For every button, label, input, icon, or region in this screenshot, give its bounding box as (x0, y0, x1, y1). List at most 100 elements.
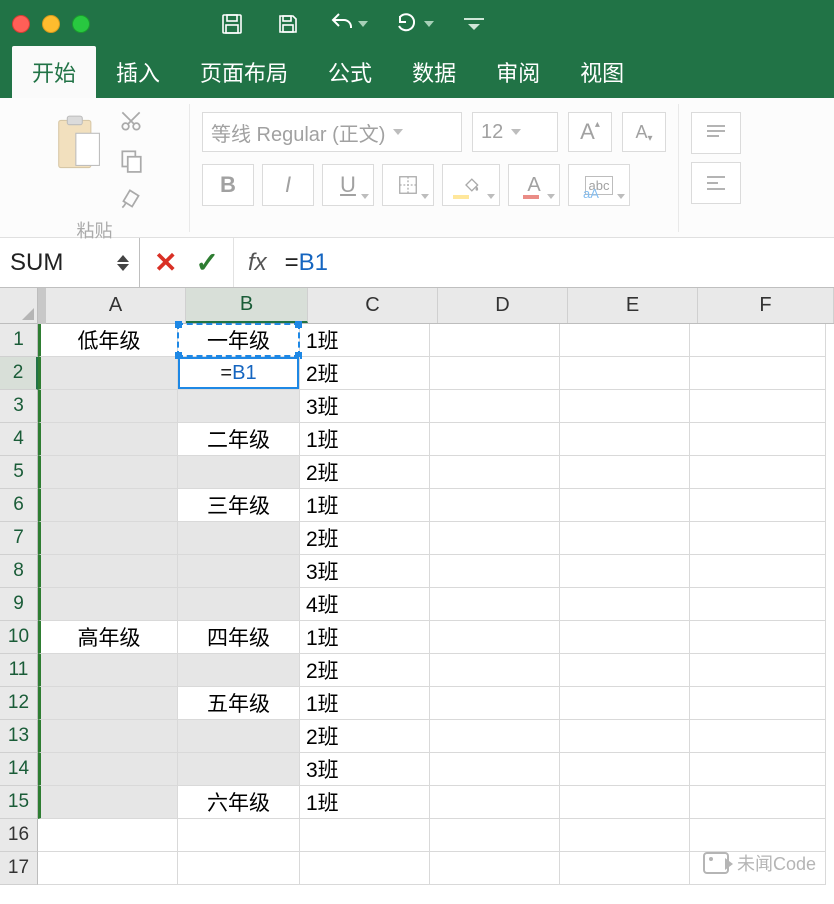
cell-e7[interactable] (560, 522, 690, 555)
cell-d14[interactable] (430, 753, 560, 786)
cut-icon[interactable] (118, 108, 144, 139)
cell-f8[interactable] (690, 555, 826, 588)
cell-f13[interactable] (690, 720, 826, 753)
cell-c9[interactable]: 4班 (300, 588, 430, 621)
cell-d12[interactable] (430, 687, 560, 720)
undo-button[interactable] (330, 10, 368, 38)
paste-button[interactable] (46, 108, 110, 180)
select-all-corner[interactable] (0, 288, 38, 324)
cell-c8[interactable]: 3班 (300, 555, 430, 588)
cell-e8[interactable] (560, 555, 690, 588)
cell-a13[interactable] (38, 720, 178, 753)
row-header-13[interactable]: 13 (0, 720, 38, 753)
cell-f11[interactable] (690, 654, 826, 687)
cell-c2[interactable]: 2班 (300, 357, 430, 390)
cell-d5[interactable] (430, 456, 560, 489)
cell-d16[interactable] (430, 819, 560, 852)
cell-d11[interactable] (430, 654, 560, 687)
row-header-6[interactable]: 6 (0, 489, 38, 522)
cell-c12[interactable]: 1班 (300, 687, 430, 720)
cell-c6[interactable]: 1班 (300, 489, 430, 522)
cell-e5[interactable] (560, 456, 690, 489)
tab-data[interactable]: 数据 (392, 46, 476, 98)
cell-b14[interactable] (178, 753, 300, 786)
cell-e15[interactable] (560, 786, 690, 819)
cell-b4[interactable]: 二年级 (178, 423, 300, 456)
maximize-window-button[interactable] (72, 15, 90, 33)
name-box-stepper[interactable] (117, 255, 129, 271)
formula-input[interactable]: =B1 (281, 238, 834, 287)
cell-a11[interactable] (38, 654, 178, 687)
cell-a9[interactable] (38, 588, 178, 621)
cell-a16[interactable] (38, 819, 178, 852)
save-icon[interactable] (274, 10, 302, 38)
cell-a1[interactable]: 低年级 (38, 324, 178, 357)
cell-b9[interactable] (178, 588, 300, 621)
cell-f10[interactable] (690, 621, 826, 654)
cell-c13[interactable]: 2班 (300, 720, 430, 753)
row-header-5[interactable]: 5 (0, 456, 38, 489)
column-header-a[interactable]: A (46, 288, 186, 323)
cell-b3[interactable] (178, 390, 300, 423)
cell-f15[interactable] (690, 786, 826, 819)
cell-f1[interactable] (690, 324, 826, 357)
redo-dropdown-icon[interactable] (424, 21, 434, 27)
fx-icon[interactable]: fx (234, 249, 281, 277)
row-header-1[interactable]: 1 (0, 324, 38, 357)
row-header-16[interactable]: 16 (0, 819, 38, 852)
cell-e11[interactable] (560, 654, 690, 687)
column-header-e[interactable]: E (568, 288, 698, 323)
format-painter-icon[interactable] (118, 186, 144, 217)
cell-b15[interactable]: 六年级 (178, 786, 300, 819)
cell-c4[interactable]: 1班 (300, 423, 430, 456)
cell-c15[interactable]: 1班 (300, 786, 430, 819)
cell-b17[interactable] (178, 852, 300, 885)
cell-d8[interactable] (430, 555, 560, 588)
column-header-f[interactable]: F (698, 288, 834, 323)
row-header-8[interactable]: 8 (0, 555, 38, 588)
autosave-icon[interactable] (218, 10, 246, 38)
cell-c14[interactable]: 3班 (300, 753, 430, 786)
tab-page-layout[interactable]: 页面布局 (180, 46, 308, 98)
cell-c16[interactable] (300, 819, 430, 852)
bold-button[interactable]: B (202, 164, 254, 206)
cell-b2[interactable]: =B1 (178, 357, 300, 390)
cell-b13[interactable] (178, 720, 300, 753)
cell-a12[interactable] (38, 687, 178, 720)
column-header-c[interactable]: C (308, 288, 438, 323)
cell-e10[interactable] (560, 621, 690, 654)
cell-f4[interactable] (690, 423, 826, 456)
cell-b16[interactable] (178, 819, 300, 852)
cell-e12[interactable] (560, 687, 690, 720)
cell-a10[interactable]: 高年级 (38, 621, 178, 654)
cell-b5[interactable] (178, 456, 300, 489)
align-top-button[interactable] (691, 112, 741, 154)
row-header-4[interactable]: 4 (0, 423, 38, 456)
close-window-button[interactable] (12, 15, 30, 33)
cell-e14[interactable] (560, 753, 690, 786)
cell-d1[interactable] (430, 324, 560, 357)
cell-c5[interactable]: 2班 (300, 456, 430, 489)
cell-f6[interactable] (690, 489, 826, 522)
cell-e13[interactable] (560, 720, 690, 753)
tab-review[interactable]: 审阅 (476, 46, 560, 98)
cell-f14[interactable] (690, 753, 826, 786)
underline-button[interactable]: U (322, 164, 374, 206)
column-header-b[interactable]: B (186, 288, 308, 323)
font-color-button[interactable]: A (508, 164, 560, 206)
undo-dropdown-icon[interactable] (358, 21, 368, 27)
cell-a3[interactable] (38, 390, 178, 423)
cell-c3[interactable]: 3班 (300, 390, 430, 423)
row-header-7[interactable]: 7 (0, 522, 38, 555)
fill-color-button[interactable] (442, 164, 500, 206)
cell-d6[interactable] (430, 489, 560, 522)
italic-button[interactable]: I (262, 164, 314, 206)
formula-cancel-button[interactable]: ✕ (154, 246, 177, 279)
increase-font-button[interactable]: A▴ (568, 112, 612, 152)
cell-a5[interactable] (38, 456, 178, 489)
cell-b10[interactable]: 四年级 (178, 621, 300, 654)
cell-c17[interactable] (300, 852, 430, 885)
borders-button[interactable] (382, 164, 434, 206)
cell-f3[interactable] (690, 390, 826, 423)
cell-a15[interactable] (38, 786, 178, 819)
